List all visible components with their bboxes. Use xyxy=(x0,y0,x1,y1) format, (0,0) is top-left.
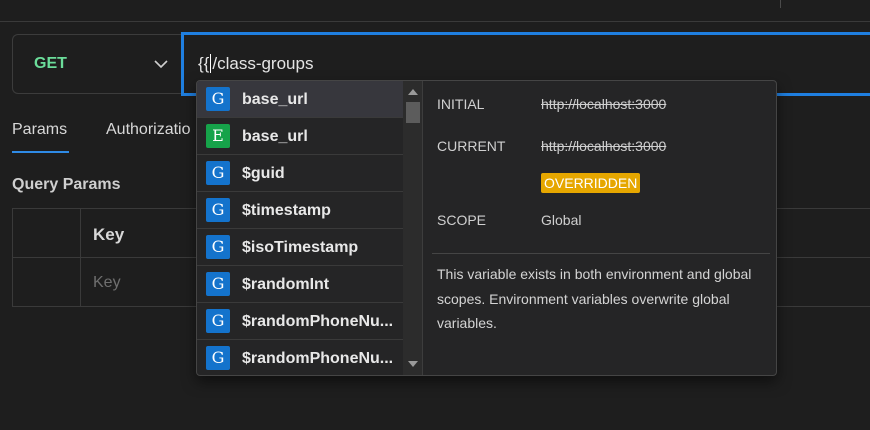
variable-description: This variable exists in both environment… xyxy=(437,266,752,331)
scroll-up-arrow-icon[interactable] xyxy=(407,88,419,96)
global-variable-icon: G xyxy=(206,235,230,259)
active-tab-indicator xyxy=(12,151,69,153)
url-text-before-caret: {{ xyxy=(198,54,210,73)
suggestion-label: $guid xyxy=(242,165,285,182)
current-label: CURRENT xyxy=(437,138,506,154)
suggestion-item[interactable]: G $isoTimestamp xyxy=(197,229,403,266)
scroll-thumb[interactable] xyxy=(406,102,420,123)
scope-label: SCOPE xyxy=(437,212,487,228)
global-variable-icon: G xyxy=(206,309,230,333)
suggestion-label: base_url xyxy=(242,91,308,108)
method-label: GET xyxy=(34,55,67,72)
suggestion-item[interactable]: G $randomPhoneNu... xyxy=(197,303,403,340)
global-variable-icon: G xyxy=(206,346,230,370)
query-params-title: Query Params xyxy=(12,176,121,193)
suggestion-label: $randomPhoneNu... xyxy=(242,350,394,367)
table-column-divider xyxy=(80,209,81,306)
suggestion-label: $isoTimestamp xyxy=(242,239,359,256)
global-variable-icon: G xyxy=(206,198,230,222)
suggestion-item[interactable]: G $randomInt xyxy=(197,266,403,303)
url-text: {{/class-groups xyxy=(198,54,313,74)
current-value: http://localhost:3000 xyxy=(541,138,667,154)
scroll-down-arrow-icon[interactable] xyxy=(407,360,419,368)
key-input[interactable]: Key xyxy=(93,274,121,292)
key-column-header: Key xyxy=(93,225,125,244)
url-text-after-caret: /class-groups xyxy=(212,54,314,73)
suggestion-label: base_url xyxy=(242,128,308,145)
chevron-down-icon xyxy=(154,60,168,69)
global-variable-icon: G xyxy=(206,87,230,111)
variable-autocomplete-popup: G base_url E base_url G $guid G $timesta… xyxy=(196,80,777,376)
suggestion-label: $randomPhoneNu... xyxy=(242,313,394,330)
tab-params[interactable]: Params xyxy=(12,121,67,139)
suggestion-item[interactable]: G $guid xyxy=(197,155,403,192)
variable-detail-panel: INITIAL http://localhost:3000 CURRENT ht… xyxy=(424,81,776,375)
suggestion-label: $randomInt xyxy=(242,276,330,293)
global-variable-icon: G xyxy=(206,272,230,296)
global-variable-icon: G xyxy=(206,161,230,185)
toolbar-divider-tick xyxy=(780,0,781,8)
suggestion-list: G base_url E base_url G $guid G $timesta… xyxy=(197,81,403,375)
suggestion-item[interactable]: G base_url xyxy=(197,81,403,118)
initial-label: INITIAL xyxy=(437,96,485,112)
initial-value: http://localhost:3000 xyxy=(541,96,667,112)
overridden-badge: OVERRIDDEN xyxy=(541,173,641,193)
method-select[interactable]: GET xyxy=(12,34,182,94)
environment-variable-icon: E xyxy=(206,124,230,148)
top-divider xyxy=(0,21,870,22)
suggestion-item[interactable]: E base_url xyxy=(197,118,403,155)
detail-divider xyxy=(432,253,770,254)
scope-value: Global xyxy=(541,212,582,228)
suggestion-label: $timestamp xyxy=(242,202,331,219)
suggestion-item[interactable]: G $timestamp xyxy=(197,192,403,229)
suggestion-item[interactable]: G $randomPhoneNu... xyxy=(197,340,403,375)
tab-authorization[interactable]: Authorizatio xyxy=(106,121,191,139)
suggestion-scrollbar[interactable] xyxy=(403,81,423,375)
